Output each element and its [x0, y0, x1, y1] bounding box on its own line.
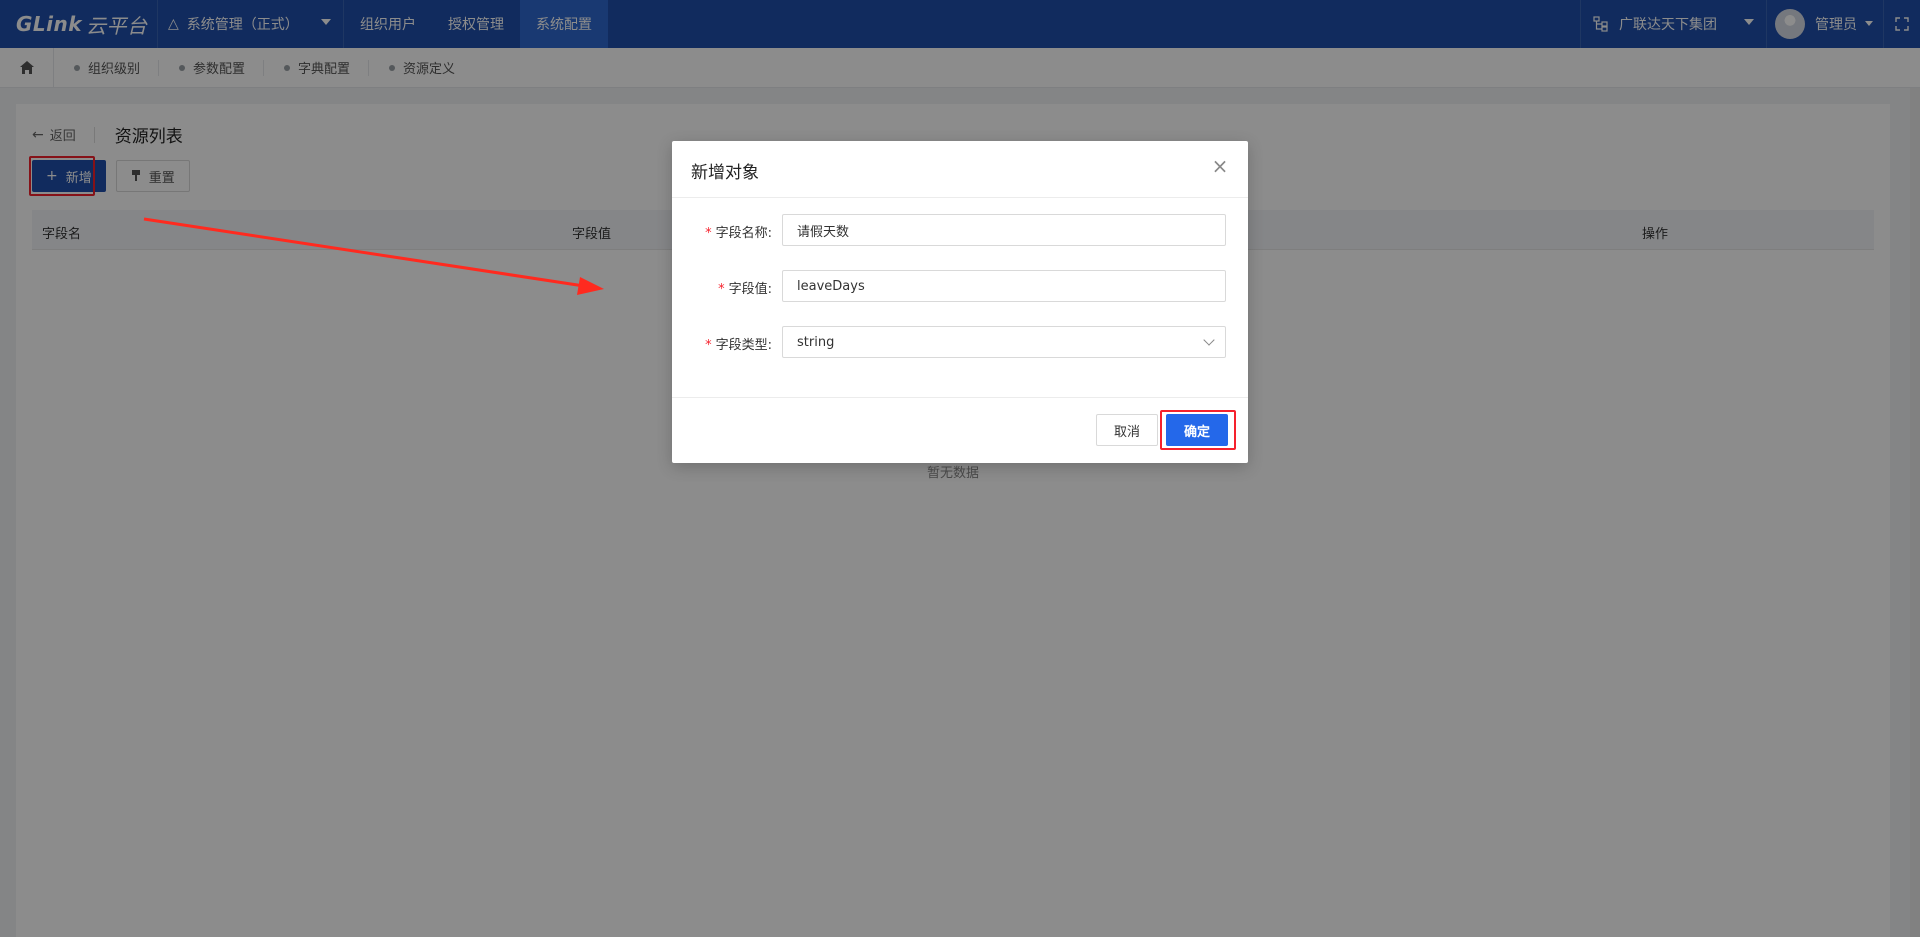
label-text: 字段值:	[728, 282, 772, 297]
field-type-select[interactable]: string	[782, 326, 1226, 358]
field-value-input[interactable]: leaveDays	[782, 270, 1226, 302]
field-name-input[interactable]: 请假天数	[782, 214, 1226, 246]
dialog-header: 新增对象 ×	[672, 141, 1248, 198]
add-object-dialog: 新增对象 × * 字段名称: 请假天数 * 字段值: leaveDays * 字段类型…	[672, 141, 1248, 463]
label-text: 字段类型:	[715, 338, 772, 353]
cancel-button[interactable]: 取消	[1096, 414, 1158, 446]
dialog-footer: 取消 确定	[672, 397, 1248, 463]
confirm-button-highlight	[1160, 410, 1236, 450]
form-row-field-name: * 字段名称: 请假天数	[672, 214, 1248, 246]
field-type-value: string	[797, 334, 835, 350]
field-value-label: * 字段值:	[718, 278, 772, 297]
form-row-field-value: * 字段值: leaveDays	[672, 270, 1248, 302]
required-mark: *	[705, 226, 712, 241]
required-mark: *	[705, 338, 712, 353]
field-name-label: * 字段名称:	[705, 222, 772, 241]
form-row-field-type: * 字段类型: string	[672, 326, 1248, 358]
chevron-down-icon	[1203, 334, 1215, 346]
label-text: 字段名称:	[715, 226, 772, 241]
required-mark: *	[718, 282, 725, 297]
field-type-label: * 字段类型:	[705, 334, 772, 353]
close-icon: ×	[1211, 154, 1229, 178]
close-button[interactable]: ×	[1210, 154, 1230, 178]
dialog-title: 新增对象	[691, 163, 759, 183]
